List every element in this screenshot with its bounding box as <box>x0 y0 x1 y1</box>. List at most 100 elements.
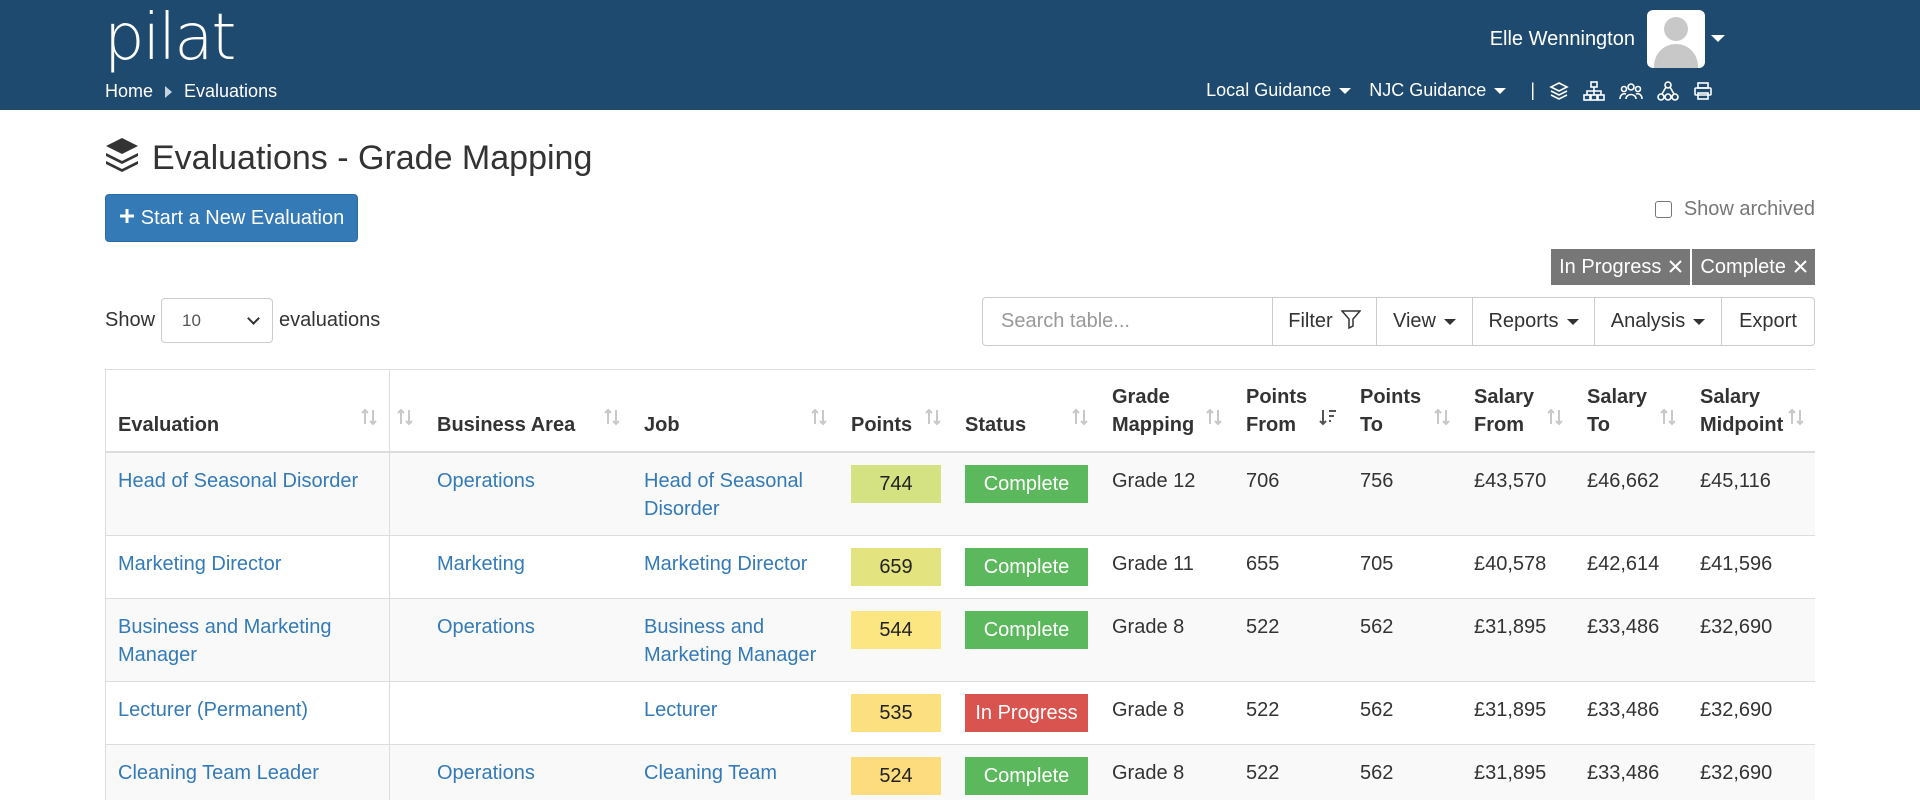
caret-down-icon <box>1494 87 1507 94</box>
table-row[interactable]: Cleaning Team Leader Operations Cleaning… <box>106 744 1815 800</box>
reports-dropdown[interactable]: Reports <box>1473 298 1595 345</box>
layers-icon <box>104 136 140 181</box>
col-salary-midpoint[interactable]: Salary Midpoint <box>1688 370 1815 453</box>
chevron-down-icon <box>247 311 260 325</box>
close-icon[interactable] <box>1669 256 1683 279</box>
cell-evaluation[interactable]: Business and Marketing Manager <box>106 598 390 682</box>
cell-business-area[interactable]: Operations <box>425 598 632 682</box>
cell-job[interactable]: Head of Seasonal Disorder <box>632 452 839 536</box>
close-icon[interactable] <box>1794 256 1807 279</box>
table-row[interactable]: Business and Marketing Manager Operation… <box>106 598 1815 682</box>
business-area-link[interactable]: Operations <box>437 616 535 638</box>
user-menu-caret-icon[interactable] <box>1711 35 1725 42</box>
cell-business-area[interactable]: Operations <box>425 744 632 800</box>
filter-chip-complete[interactable]: Complete <box>1692 249 1815 285</box>
sort-icon[interactable] <box>1658 407 1678 435</box>
cell-blank <box>389 744 425 800</box>
evaluation-link[interactable]: Marketing Director <box>118 553 281 575</box>
evaluation-link[interactable]: Head of Seasonal Disorder <box>118 470 358 492</box>
job-link[interactable]: Marketing Director <box>644 553 807 575</box>
header-label-line1: Salary <box>1474 386 1535 408</box>
business-area-link[interactable]: Operations <box>437 762 535 784</box>
col-blank[interactable] <box>389 370 425 453</box>
print-icon[interactable] <box>1693 81 1713 101</box>
header-label-line2: Mapping <box>1112 414 1195 436</box>
table-row[interactable]: Marketing Director Marketing Marketing D… <box>106 535 1815 599</box>
cell-job[interactable]: Cleaning Team <box>632 744 839 800</box>
evaluation-link[interactable]: Business and Marketing Manager <box>118 616 331 666</box>
page-length-select[interactable]: 10 <box>161 298 274 343</box>
sort-icon[interactable] <box>1786 407 1806 435</box>
evaluation-link[interactable]: Lecturer (Permanent) <box>118 699 308 721</box>
cell-evaluation[interactable]: Head of Seasonal Disorder <box>106 452 390 536</box>
col-points-to[interactable]: Points To <box>1348 370 1462 453</box>
network-icon[interactable] <box>1657 80 1679 101</box>
cell-evaluation[interactable]: Cleaning Team Leader <box>106 744 390 800</box>
col-evaluation[interactable]: Evaluation <box>106 370 390 453</box>
header-label: Job <box>644 414 680 436</box>
business-area-link[interactable]: Operations <box>437 470 535 492</box>
status-badge: Complete <box>965 611 1088 649</box>
sort-icon[interactable] <box>359 407 379 435</box>
sort-icon[interactable] <box>1070 407 1090 435</box>
view-dropdown[interactable]: View <box>1377 298 1473 345</box>
sort-icon[interactable] <box>1545 407 1565 435</box>
job-link[interactable]: Cleaning Team <box>644 762 777 784</box>
breadcrumb-evaluations[interactable]: Evaluations <box>184 81 277 102</box>
col-points-from[interactable]: Points From <box>1234 370 1348 453</box>
cell-business-area[interactable]: Marketing <box>425 535 632 599</box>
col-status[interactable]: Status <box>953 370 1100 453</box>
sort-icon[interactable] <box>395 407 415 435</box>
cell-blank <box>389 452 425 536</box>
user-menu[interactable]: Elle Wennington <box>1490 10 1705 68</box>
breadcrumb-home[interactable]: Home <box>105 81 153 102</box>
job-link[interactable]: Business and Marketing Manager <box>644 616 816 666</box>
show-archived-checkbox[interactable] <box>1654 201 1672 218</box>
evaluation-link[interactable]: Cleaning Team Leader <box>118 762 319 784</box>
cell-business-area[interactable] <box>425 681 632 745</box>
col-points[interactable]: Points <box>839 370 953 453</box>
search-input[interactable]: Search table... <box>983 298 1273 345</box>
business-area-link[interactable]: Marketing <box>437 553 525 575</box>
cell-evaluation[interactable]: Marketing Director <box>106 535 390 599</box>
table-row[interactable]: Head of Seasonal Disorder Operations Hea… <box>106 452 1815 536</box>
header-label: Points <box>851 414 913 436</box>
sort-icon[interactable] <box>602 407 622 435</box>
start-new-evaluation-button[interactable]: Start a New Evaluation <box>105 194 358 242</box>
cell-business-area[interactable]: Operations <box>425 452 632 536</box>
export-button[interactable]: Export <box>1722 298 1814 345</box>
col-business-area[interactable]: Business Area <box>425 370 632 453</box>
group-icon[interactable] <box>1619 81 1643 101</box>
header-label-line2: From <box>1246 414 1296 436</box>
org-chart-icon[interactable] <box>1583 80 1605 101</box>
job-link[interactable]: Lecturer <box>644 699 717 721</box>
col-job[interactable]: Job <box>632 370 839 453</box>
show-label: Show <box>105 309 156 331</box>
local-guidance-dropdown[interactable]: Local Guidance <box>1206 80 1352 101</box>
filter-button[interactable]: Filter <box>1273 298 1377 345</box>
sort-icon[interactable] <box>1204 407 1224 435</box>
col-salary-to[interactable]: Salary To <box>1575 370 1688 453</box>
job-link[interactable]: Head of Seasonal Disorder <box>644 470 803 520</box>
sort-icon[interactable] <box>923 407 943 435</box>
cell-job[interactable]: Lecturer <box>632 681 839 745</box>
layers-icon[interactable] <box>1549 81 1569 101</box>
cell-job[interactable]: Marketing Director <box>632 535 839 599</box>
sort-desc-icon[interactable] <box>1318 407 1338 435</box>
avatar[interactable] <box>1647 10 1705 68</box>
table-row[interactable]: Lecturer (Permanent) Lecturer 535 In Pro… <box>106 681 1815 745</box>
sort-icon[interactable] <box>1432 407 1452 435</box>
col-grade-mapping[interactable]: Grade Mapping <box>1100 370 1234 453</box>
show-archived-toggle[interactable]: Show archived <box>1654 198 1815 221</box>
col-salary-from[interactable]: Salary From <box>1462 370 1575 453</box>
filter-chip-in-progress[interactable]: In Progress <box>1551 249 1691 285</box>
sort-icon[interactable] <box>809 407 829 435</box>
show-archived-label: Show archived <box>1683 198 1815 220</box>
cell-job[interactable]: Business and Marketing Manager <box>632 598 839 682</box>
njc-guidance-dropdown[interactable]: NJC Guidance <box>1369 80 1507 101</box>
pilat-logo[interactable]: pilat <box>104 6 236 70</box>
analysis-dropdown[interactable]: Analysis <box>1595 298 1722 345</box>
nav-separator: | <box>1530 80 1535 100</box>
cell-evaluation[interactable]: Lecturer (Permanent) <box>106 681 390 745</box>
user-name[interactable]: Elle Wennington <box>1490 28 1635 51</box>
